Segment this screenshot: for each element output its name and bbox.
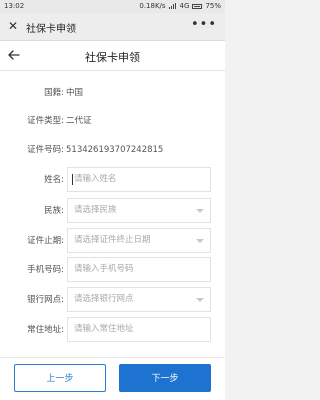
battery-icon [192, 3, 203, 9]
dropdown-caret-icon [196, 239, 204, 243]
next-step-button[interactable]: 下一步 [119, 364, 211, 392]
miniapp-title-bar: ✕ 社保卡申领 ••• [0, 13, 225, 41]
more-icon[interactable]: ••• [191, 17, 217, 32]
expiry-label: 证件止期: [27, 236, 64, 246]
battery-level: 75% [205, 2, 221, 10]
address-label: 常住地址: [27, 325, 64, 335]
status-bar: 13:02 0.18K/s 4G 75% [0, 0, 225, 13]
phone-label: 手机号码: [27, 265, 64, 275]
bank-placeholder: 请选择银行网点 [74, 294, 134, 304]
network-type: 4G [179, 2, 190, 10]
dropdown-caret-icon [196, 298, 204, 302]
expiry-row: 证件止期: 请选择证件终止日期 [0, 228, 225, 253]
close-icon[interactable]: ✕ [6, 19, 20, 33]
phone-input[interactable]: 请输入手机号码 [67, 257, 211, 282]
ethnicity-placeholder: 请选择民族 [74, 205, 117, 215]
nationality-label: 国籍: [44, 88, 64, 98]
bank-row: 银行网点: 请选择银行网点 [0, 287, 225, 312]
address-input[interactable]: 请输入常住地址 [67, 317, 211, 342]
ethnicity-label: 民族: [44, 206, 64, 216]
signal-icon [168, 3, 177, 9]
bottom-action-bar: 上一步 下一步 [0, 357, 225, 400]
ethnicity-row: 民族: 请选择民族 [0, 198, 225, 223]
miniapp-title: 社保卡申领 [26, 24, 76, 35]
address-row: 常住地址: 请输入常住地址 [0, 317, 225, 342]
phone-row: 手机号码: 请输入手机号码 [0, 257, 225, 282]
name-row: 姓名: 请输入姓名 [0, 167, 225, 192]
bank-label: 银行网点: [27, 295, 64, 305]
name-input[interactable]: 请输入姓名 [67, 167, 211, 192]
nationality-value: 中国 [66, 88, 84, 98]
id-type-value: 二代证 [66, 116, 92, 126]
dropdown-caret-icon [196, 209, 204, 213]
nationality-row: 国籍: 中国 [0, 84, 225, 102]
ethnicity-select[interactable]: 请选择民族 [67, 198, 211, 223]
page-header: 社保卡申领 [0, 41, 225, 71]
id-number-value: 513426193707242815 [66, 145, 164, 155]
id-type-label: 证件类型: [27, 116, 64, 126]
application-form: 国籍: 中国 证件类型: 二代证 证件号码: 51342619370724281… [0, 71, 225, 357]
expiry-select[interactable]: 请选择证件终止日期 [67, 228, 211, 253]
name-label: 姓名: [44, 175, 64, 185]
page-title: 社保卡申领 [85, 51, 140, 64]
id-type-row: 证件类型: 二代证 [0, 112, 225, 130]
network-speed: 0.18K/s [139, 2, 166, 10]
expiry-placeholder: 请选择证件终止日期 [74, 235, 151, 245]
id-number-row: 证件号码: 513426193707242815 [0, 141, 225, 159]
bank-select[interactable]: 请选择银行网点 [67, 287, 211, 312]
status-indicators: 0.18K/s 4G 75% [139, 2, 221, 10]
prev-step-button[interactable]: 上一步 [14, 364, 106, 392]
status-time: 13:02 [4, 2, 25, 10]
id-number-label: 证件号码: [27, 145, 64, 155]
